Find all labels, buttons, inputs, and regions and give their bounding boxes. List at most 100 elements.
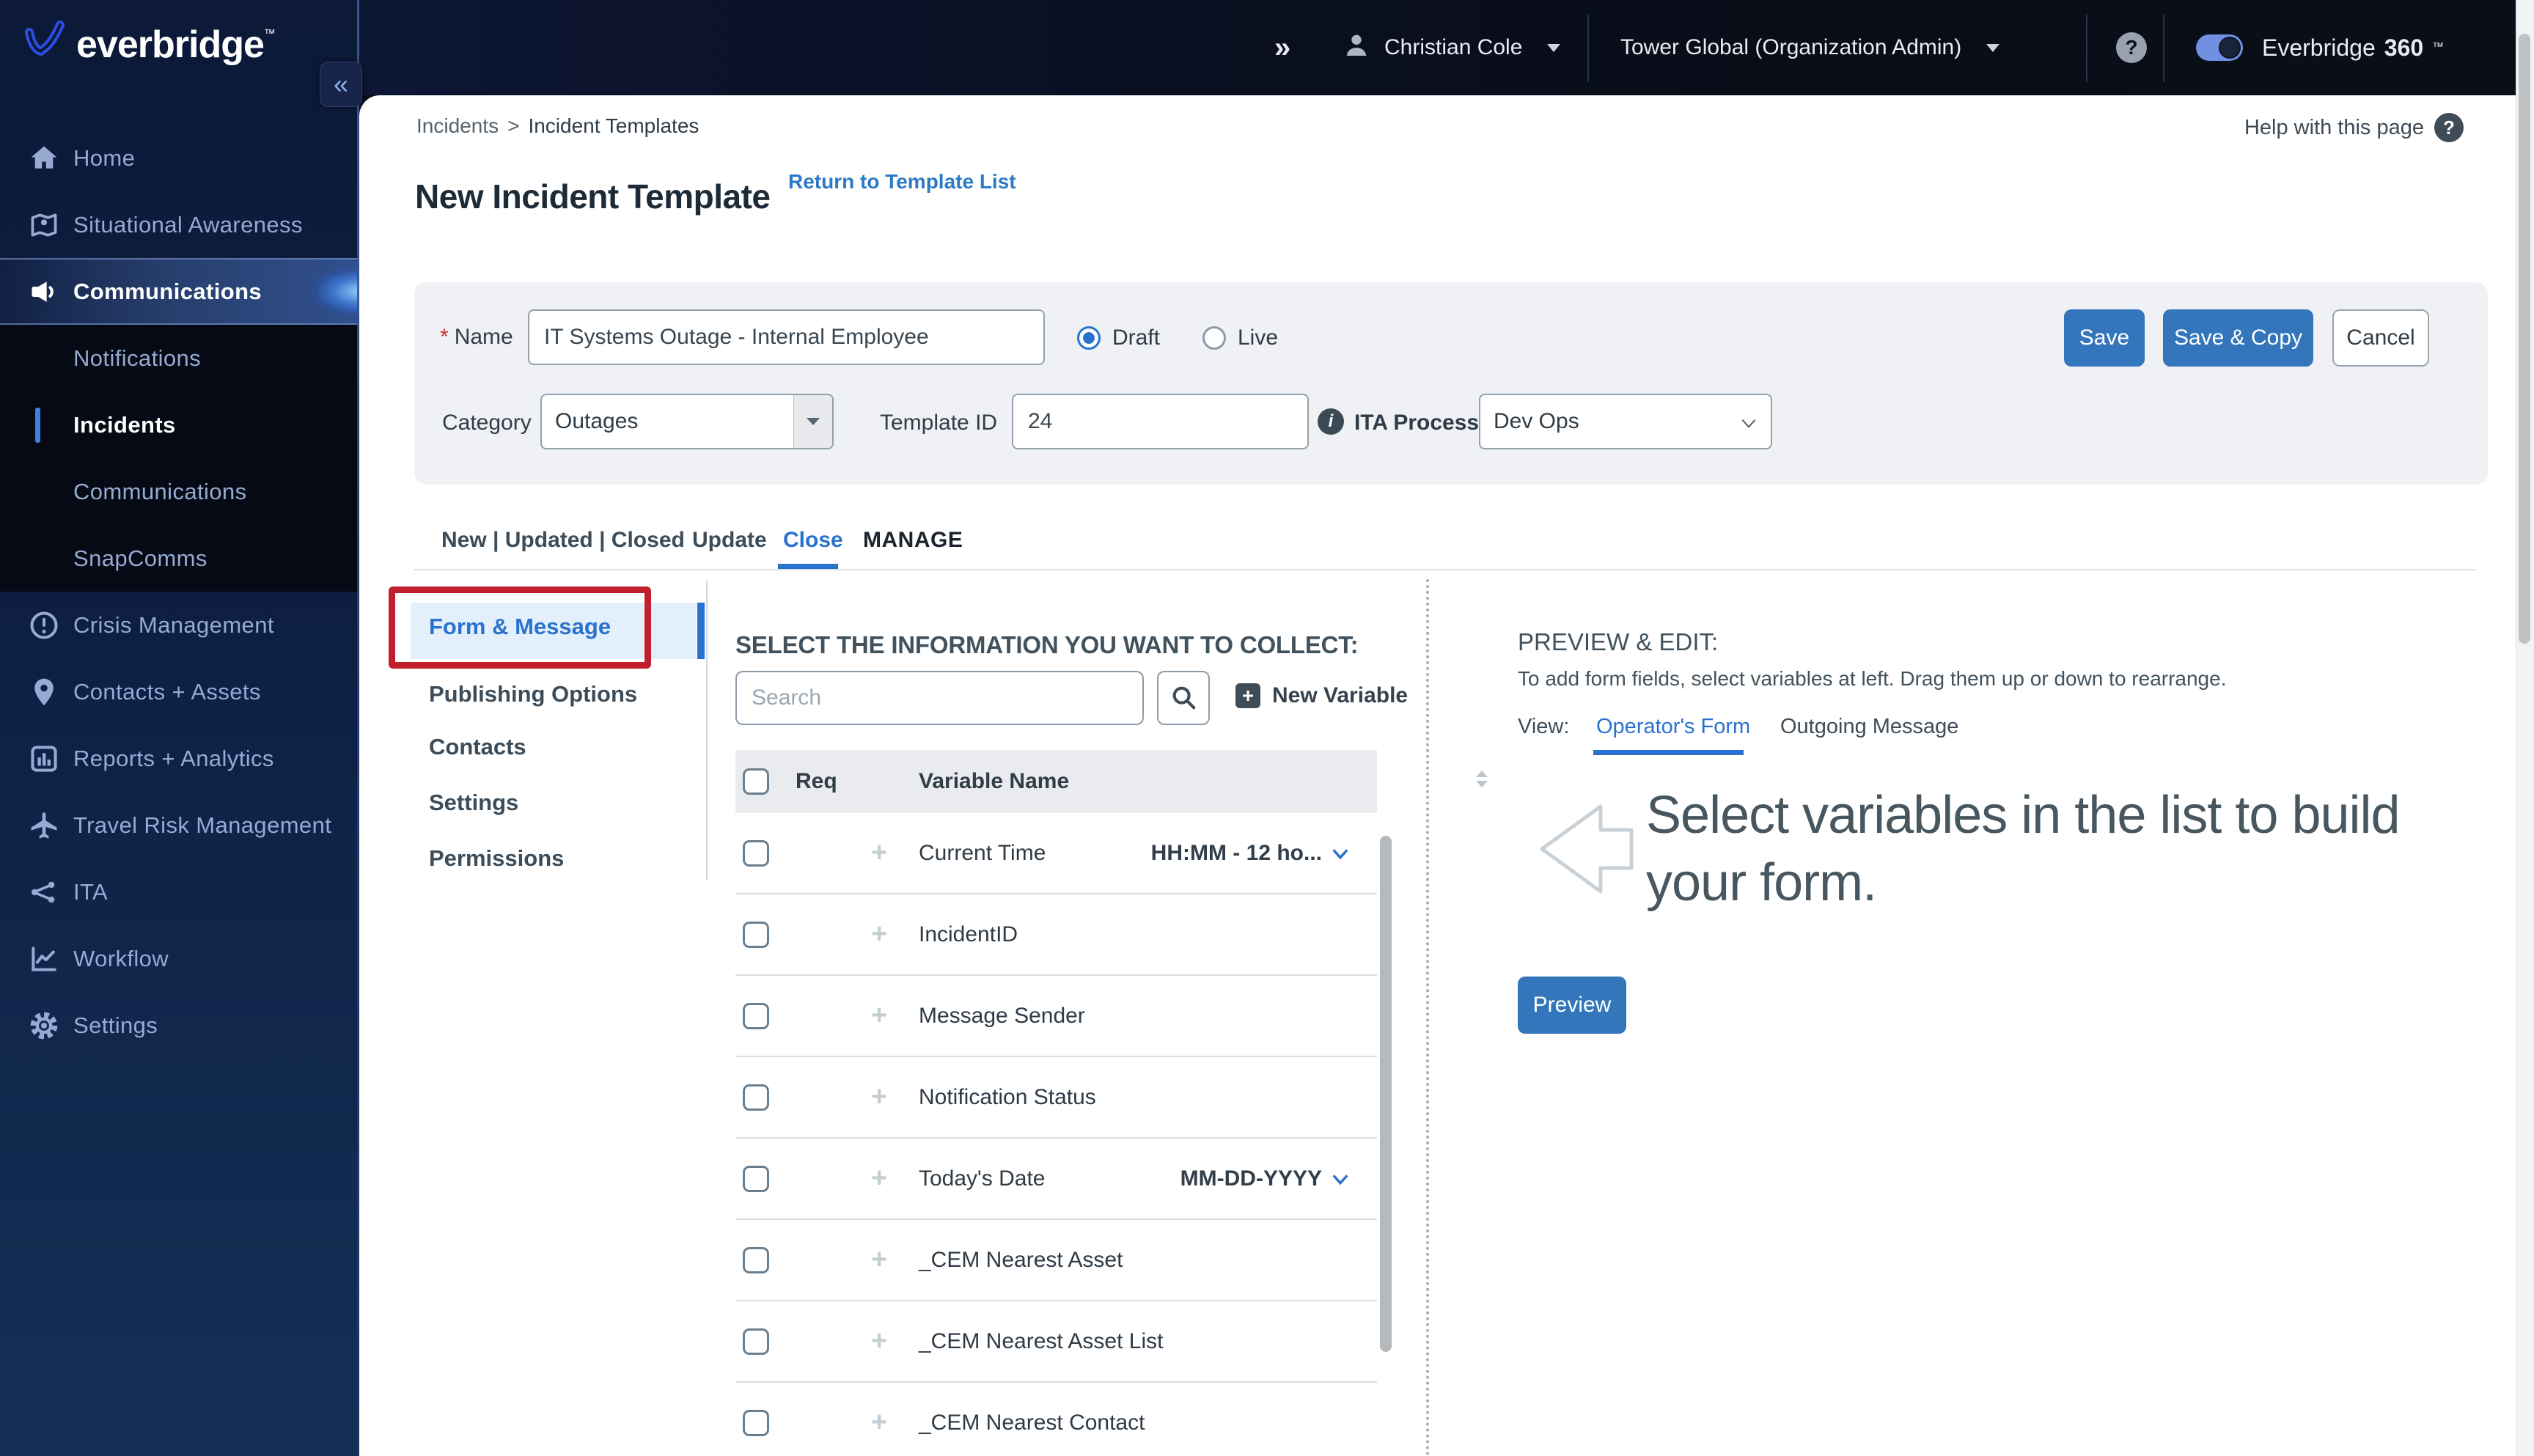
table-row-notification-status[interactable]: + Notification Status <box>735 1057 1377 1139</box>
variables-list: + Current Time HH:MM - 12 ho... + Incide… <box>735 813 1377 1456</box>
req-checkbox[interactable] <box>743 1410 769 1436</box>
sidebar-collapse-button[interactable]: « <box>320 62 362 107</box>
add-variable-icon[interactable]: + <box>871 1244 887 1276</box>
tab-operators-form[interactable]: Operator's Form <box>1596 715 1750 739</box>
bar-chart-icon <box>26 741 62 776</box>
divider <box>2086 15 2087 82</box>
help-icon: ? <box>2434 113 2464 142</box>
status-radio-draft[interactable]: Draft <box>1077 326 1160 350</box>
req-checkbox[interactable] <box>743 1003 769 1029</box>
format-dropdown[interactable]: HH:MM - 12 ho... <box>1151 841 1351 866</box>
plus-square-icon: + <box>1235 683 1260 708</box>
view-label: View: <box>1518 715 1570 738</box>
scrollbar-thumb[interactable] <box>2519 34 2530 644</box>
info-icon[interactable]: i <box>1318 408 1344 435</box>
subnav-item-publishing-options[interactable]: Publishing Options <box>429 681 637 707</box>
expand-panel-icon[interactable]: » <box>1274 0 1290 95</box>
select-all-checkbox[interactable] <box>743 768 769 795</box>
add-variable-icon[interactable]: + <box>871 1081 887 1113</box>
status-radio-live[interactable]: Live <box>1202 326 1278 350</box>
table-row-todays-date[interactable]: + Today's Date MM-DD-YYYY <box>735 1139 1377 1220</box>
organization-name: Tower Global (Organization Admin) <box>1620 35 1962 59</box>
user-menu[interactable]: Christian Cole <box>1342 0 1561 95</box>
radio-unselected-icon <box>1202 326 1226 350</box>
table-row-cem-nearest-contact[interactable]: + _CEM Nearest Contact <box>735 1383 1377 1456</box>
search-input[interactable] <box>735 671 1144 725</box>
organization-menu[interactable]: Tower Global (Organization Admin) <box>1620 0 2000 95</box>
add-variable-icon[interactable]: + <box>871 1326 887 1357</box>
add-variable-icon[interactable]: + <box>871 1163 887 1194</box>
chevron-down-icon <box>1332 849 1348 860</box>
breadcrumb-incidents[interactable]: Incidents <box>416 114 499 138</box>
breadcrumb-incident-templates: Incident Templates <box>528 114 699 137</box>
sort-icon[interactable] <box>1476 771 1488 787</box>
page-scrollbar[interactable] <box>2516 0 2534 1456</box>
req-checkbox[interactable] <box>743 922 769 948</box>
subnav-item-permissions[interactable]: Permissions <box>429 845 564 872</box>
megaphone-icon <box>26 274 62 309</box>
ita-process-select[interactable]: Dev Ops <box>1479 394 1772 449</box>
everbridge-360-toggle[interactable] <box>2196 0 2243 95</box>
tab-outgoing-message[interactable]: Outgoing Message <box>1780 715 1958 739</box>
preview-button[interactable]: Preview <box>1518 977 1626 1034</box>
sidebar-item-crisis-management[interactable]: Crisis Management <box>0 592 359 658</box>
sidebar-item-reports-analytics[interactable]: Reports + Analytics <box>0 725 359 792</box>
new-variable-button[interactable]: + New Variable <box>1235 683 1408 708</box>
sidebar-item-notifications[interactable]: Notifications <box>0 325 359 391</box>
table-row-current-time[interactable]: + Current Time HH:MM - 12 ho... <box>735 813 1377 894</box>
sidebar-item-ita[interactable]: ITA <box>0 858 359 925</box>
table-row-message-sender[interactable]: + Message Sender <box>735 976 1377 1057</box>
req-checkbox[interactable] <box>743 1084 769 1111</box>
req-checkbox[interactable] <box>743 1328 769 1355</box>
sidebar-item-communications[interactable]: Communications <box>0 258 359 325</box>
list-scrollbar[interactable] <box>1380 836 1392 1352</box>
tab-update[interactable]: Update <box>692 528 767 553</box>
sidebar-item-snapcomms[interactable]: SnapComms <box>0 525 359 592</box>
tab-new-updated-closed[interactable]: New | Updated | Closed <box>441 528 685 553</box>
sidebar-item-incidents[interactable]: Incidents <box>0 391 359 458</box>
table-row-cem-nearest-asset[interactable]: + _CEM Nearest Asset <box>735 1220 1377 1301</box>
network-icon <box>26 875 62 910</box>
variable-name-column-header[interactable]: Variable Name <box>919 769 1069 794</box>
add-variable-icon[interactable]: + <box>871 1407 887 1438</box>
dropdown-arrow-button[interactable] <box>793 395 832 448</box>
tab-close[interactable]: Close <box>783 528 843 553</box>
search-button[interactable] <box>1157 671 1210 725</box>
req-column-header: Req <box>796 769 837 793</box>
subnav-item-contacts[interactable]: Contacts <box>429 734 526 760</box>
tab-manage[interactable]: MANAGE <box>863 528 963 553</box>
req-checkbox[interactable] <box>743 1166 769 1192</box>
help-menu[interactable]: ? <box>2116 0 2147 95</box>
active-view-tab-underline <box>1593 750 1744 755</box>
sidebar-item-workflow[interactable]: Workflow <box>0 925 359 992</box>
sidebar-item-settings[interactable]: Settings <box>0 992 359 1059</box>
subnav-item-settings[interactable]: Settings <box>429 790 518 816</box>
line-chart-icon <box>26 941 62 977</box>
everbridge-logo[interactable]: everbridge ™ <box>19 18 276 76</box>
format-dropdown[interactable]: MM-DD-YYYY <box>1180 1166 1351 1191</box>
table-row-incident-id[interactable]: + IncidentID <box>735 894 1377 976</box>
active-indicator-bar <box>35 407 40 443</box>
sidebar-item-home[interactable]: Home <box>0 125 359 191</box>
template-header-panel: *Name Draft Live Save Save & Copy Cancel… <box>414 282 2488 485</box>
template-id-input[interactable] <box>1012 394 1309 449</box>
req-checkbox[interactable] <box>743 1247 769 1273</box>
sidebar-item-situational-awareness[interactable]: Situational Awareness <box>0 191 359 258</box>
save-and-copy-button[interactable]: Save & Copy <box>2163 309 2313 367</box>
sidebar-item-contacts-assets[interactable]: Contacts + Assets <box>0 658 359 725</box>
save-button[interactable]: Save <box>2064 309 2145 367</box>
table-row-cem-nearest-asset-list[interactable]: + _CEM Nearest Asset List <box>735 1301 1377 1383</box>
sidebar-item-communications-sub[interactable]: Communications <box>0 458 359 525</box>
add-variable-icon[interactable]: + <box>871 919 887 950</box>
subnav-active-bar <box>697 603 705 659</box>
add-variable-icon[interactable]: + <box>871 1000 887 1032</box>
template-name-input[interactable] <box>528 309 1045 365</box>
add-variable-icon[interactable]: + <box>871 837 887 869</box>
sidebar-item-travel-risk-management[interactable]: Travel Risk Management <box>0 792 359 858</box>
cancel-button[interactable]: Cancel <box>2332 309 2429 367</box>
category-dropdown[interactable]: Outages <box>540 394 834 449</box>
return-to-template-list-link[interactable]: Return to Template List <box>788 170 1016 194</box>
help-with-page-link[interactable]: Help with this page ? <box>2244 113 2464 142</box>
req-checkbox[interactable] <box>743 840 769 867</box>
search-icon <box>1169 683 1197 713</box>
